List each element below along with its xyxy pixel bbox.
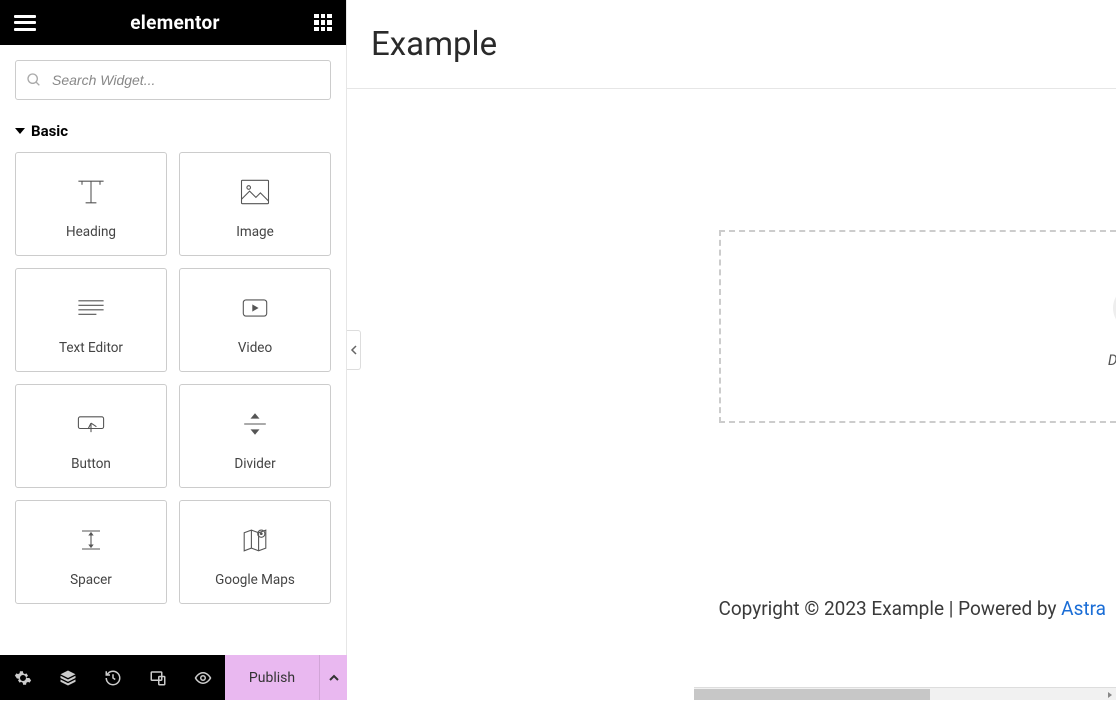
widget-divider[interactable]: Divider xyxy=(179,384,331,488)
widget-spacer[interactable]: Spacer xyxy=(15,500,167,604)
settings-button[interactable] xyxy=(0,655,45,700)
widget-google-maps[interactable]: Google Maps xyxy=(179,500,331,604)
chevron-up-icon xyxy=(328,672,340,684)
spacer-icon xyxy=(73,522,109,558)
responsive-button[interactable] xyxy=(135,655,180,700)
horizontal-scrollbar[interactable] xyxy=(694,687,1116,700)
search-widget-box[interactable] xyxy=(15,60,331,100)
elementor-sidebar: elementor Basic Heading Image Text Edito… xyxy=(0,0,347,700)
collapse-sidebar-handle[interactable] xyxy=(347,330,361,370)
search-icon xyxy=(26,72,42,88)
divider-icon xyxy=(237,406,273,442)
drop-zone[interactable]: Drag widget here xyxy=(719,230,1116,423)
responsive-icon xyxy=(149,669,167,687)
add-section-button[interactable] xyxy=(1113,285,1116,331)
apps-grid-icon[interactable] xyxy=(314,14,332,32)
layers-icon xyxy=(59,669,77,687)
widget-button[interactable]: Button xyxy=(15,384,167,488)
brand-logo: elementor xyxy=(130,11,219,34)
eye-icon xyxy=(194,669,212,687)
widget-text-editor[interactable]: Text Editor xyxy=(15,268,167,372)
footer-link[interactable]: Astra xyxy=(1061,597,1106,620)
widget-label: Spacer xyxy=(70,572,112,588)
widget-label: Video xyxy=(238,340,272,356)
scrollbar-thumb[interactable] xyxy=(694,689,930,700)
google-maps-icon xyxy=(237,522,273,558)
chevron-left-icon xyxy=(350,345,358,355)
widget-label: Google Maps xyxy=(215,572,295,588)
widget-video[interactable]: Video xyxy=(179,268,331,372)
sidebar-bottombar: Publish xyxy=(0,655,347,700)
image-icon xyxy=(237,174,273,210)
navigator-button[interactable] xyxy=(45,655,90,700)
widget-image[interactable]: Image xyxy=(179,152,331,256)
widget-label: Divider xyxy=(234,456,275,472)
widget-label: Text Editor xyxy=(59,340,123,356)
button-icon xyxy=(73,406,109,442)
widget-label: Image xyxy=(236,224,274,240)
gear-icon xyxy=(14,669,32,687)
preview-button[interactable] xyxy=(180,655,225,700)
widget-label: Button xyxy=(71,456,111,472)
widget-grid: Heading Image Text Editor Video Button D… xyxy=(0,152,346,604)
dropzone-hint: Drag widget here xyxy=(1108,351,1116,369)
caret-down-icon xyxy=(15,126,25,136)
text-editor-icon xyxy=(73,290,109,326)
publish-button[interactable]: Publish xyxy=(225,655,319,700)
search-input[interactable] xyxy=(42,72,320,88)
editor-canvas: Example Drag widget here Copyright © 202… xyxy=(347,0,1116,700)
menu-icon[interactable] xyxy=(14,15,36,31)
page-title: Example xyxy=(347,0,1116,89)
video-icon xyxy=(237,290,273,326)
page-footer: Copyright © 2023 Example | Powered by As… xyxy=(694,597,1116,620)
sidebar-topbar: elementor xyxy=(0,0,346,45)
category-basic-toggle[interactable]: Basic xyxy=(15,122,331,152)
history-icon xyxy=(104,669,122,687)
publish-options-button[interactable] xyxy=(319,655,347,700)
history-button[interactable] xyxy=(90,655,135,700)
scrollbar-right-arrow[interactable] xyxy=(1103,688,1116,701)
category-label: Basic xyxy=(31,122,68,140)
heading-icon xyxy=(73,174,109,210)
widget-label: Heading xyxy=(66,224,116,240)
widget-heading[interactable]: Heading xyxy=(15,152,167,256)
